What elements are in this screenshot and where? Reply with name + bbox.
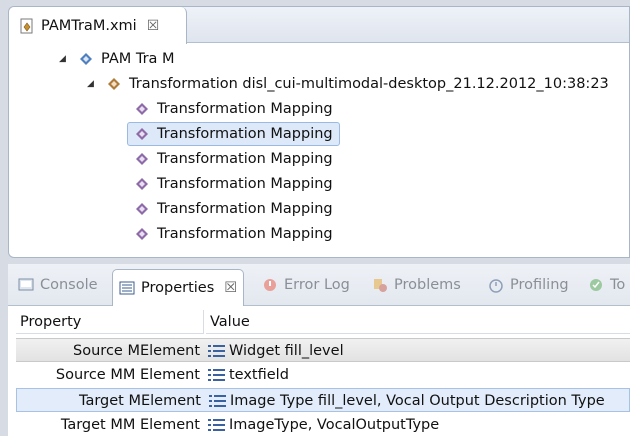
tree-label-mapping: Transformation Mapping — [157, 176, 333, 192]
tree-node-mapping[interactable]: Transformation Mapping — [135, 147, 333, 171]
list-icon — [208, 419, 225, 431]
tree-node-mapping[interactable]: Transformation Mapping — [135, 197, 333, 221]
property-key: Target MElement — [78, 393, 201, 409]
close-icon[interactable]: ☒ — [224, 280, 237, 296]
column-header-value[interactable]: Value — [206, 310, 630, 334]
property-value: textfield — [208, 363, 289, 387]
tree-node-mapping[interactable]: Transformation Mapping — [135, 97, 333, 121]
property-key: Source MM Element — [55, 367, 200, 383]
column-header-property-label: Property — [20, 313, 82, 330]
tab-profiling[interactable]: Profiling — [488, 270, 569, 300]
table-row[interactable]: Target MM Element ImageType, VocalOutput… — [16, 413, 630, 436]
tab-tasks-label: To — [610, 277, 626, 293]
root-diamond-icon — [80, 53, 92, 65]
tree-label-root: PAM Tra M — [101, 51, 175, 67]
tab-problems[interactable]: Problems — [372, 270, 461, 300]
mapping-diamond-icon — [136, 153, 148, 165]
tree-label-transformation: Transformation disl_cui-multimodal-deskt… — [129, 76, 609, 92]
property-value-text: ImageType, VocalOutputType — [229, 417, 440, 433]
list-icon — [208, 369, 225, 381]
editor-panel: PAMTraM.xmi ☒ ◢ PAM Tra M ◢ Transformati… — [8, 6, 630, 258]
tree-node-transformation[interactable]: ◢ Transformation disl_cui-multimodal-des… — [87, 72, 609, 96]
editor-tab-pamtram[interactable]: PAMTraM.xmi ☒ — [9, 7, 187, 44]
tab-problems-label: Problems — [394, 277, 461, 293]
column-header-property[interactable]: Property — [16, 310, 204, 334]
close-icon[interactable]: ☒ — [147, 18, 160, 34]
table-row[interactable]: Source MElement Widget fill_level — [16, 338, 630, 362]
property-value-text: Image Type fill_level, Vocal Output Desc… — [230, 393, 605, 409]
mapping-diamond-icon — [136, 128, 148, 140]
table-row-selected[interactable]: Target MElement Image Type fill_level, V… — [16, 388, 630, 412]
mapping-diamond-icon — [136, 228, 148, 240]
error-log-icon — [264, 279, 276, 291]
tab-properties[interactable]: Properties ☒ — [112, 269, 245, 306]
property-key: Target MM Element — [60, 417, 200, 433]
list-icon — [209, 395, 226, 407]
property-value: Image Type fill_level, Vocal Output Desc… — [209, 389, 605, 413]
profiling-icon — [489, 279, 503, 293]
mapping-diamond-icon — [136, 178, 148, 190]
properties-icon — [119, 281, 135, 295]
editor-tab-bar: PAMTraM.xmi ☒ — [9, 7, 629, 44]
property-value: ImageType, VocalOutputType — [208, 413, 439, 436]
transformation-diamond-icon — [108, 78, 120, 90]
property-key: Source MElement — [73, 343, 200, 359]
property-value-text: textfield — [229, 367, 289, 383]
list-icon — [208, 345, 225, 357]
property-value: Widget fill_level — [208, 339, 344, 363]
tab-tasks[interactable]: To — [588, 270, 625, 300]
tree-label-mapping: Transformation Mapping — [157, 126, 333, 142]
tab-console-label: Console — [40, 277, 98, 293]
xmi-file-icon — [20, 18, 33, 33]
column-header-value-label: Value — [210, 313, 250, 330]
editor-tab-label: PAMTraM.xmi — [41, 17, 137, 34]
tree-node-mapping[interactable]: Transformation Mapping — [135, 172, 333, 196]
tab-properties-label: Properties — [141, 280, 215, 296]
console-icon — [18, 278, 34, 291]
views-panel: Console Properties ☒ Error Log Problems … — [8, 264, 630, 436]
expand-arrow-icon[interactable]: ◢ — [59, 54, 69, 64]
tree-node-mapping-selected[interactable]: Transformation Mapping — [127, 122, 340, 146]
expand-arrow-icon[interactable]: ◢ — [87, 79, 97, 89]
table-row[interactable]: Source MM Element textfield — [16, 363, 630, 387]
tree-label-mapping: Transformation Mapping — [157, 226, 333, 242]
tree-node-root[interactable]: ◢ PAM Tra M — [59, 47, 175, 71]
tree-label-mapping: Transformation Mapping — [157, 151, 333, 167]
tab-error-log[interactable]: Error Log — [262, 270, 350, 300]
tab-profiling-label: Profiling — [510, 277, 569, 293]
view-tab-bar: Console Properties ☒ Error Log Problems … — [8, 264, 630, 306]
mapping-diamond-icon — [136, 203, 148, 215]
property-value-text: Widget fill_level — [229, 343, 344, 359]
problems-icon — [374, 279, 387, 292]
tree-node-mapping[interactable]: Transformation Mapping — [135, 222, 333, 246]
tree-label-mapping: Transformation Mapping — [157, 201, 333, 217]
mapping-diamond-icon — [136, 103, 148, 115]
tab-error-log-label: Error Log — [284, 277, 350, 293]
tasks-icon — [590, 279, 602, 291]
tab-console[interactable]: Console — [18, 270, 98, 300]
tree-label-mapping: Transformation Mapping — [157, 101, 333, 117]
